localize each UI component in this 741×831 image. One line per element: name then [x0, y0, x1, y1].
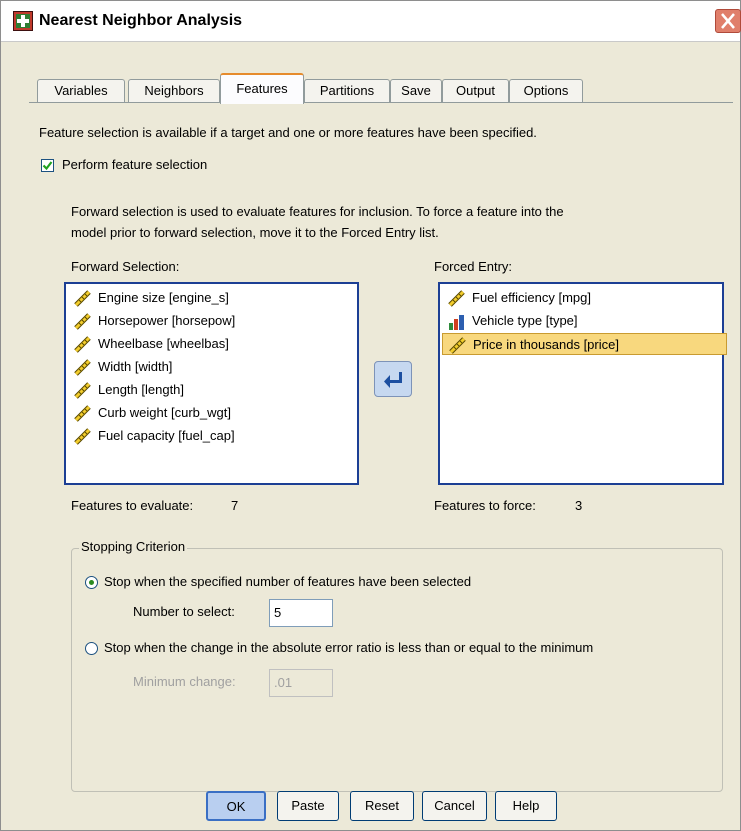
item-label: Price in thousands [price] — [473, 337, 619, 352]
forced-entry-label: Forced Entry: — [434, 259, 513, 274]
tab-label: Partitions — [319, 83, 375, 98]
item-label: Width [width] — [98, 359, 173, 374]
scale-ruler-icon — [74, 381, 91, 399]
title-bar[interactable]: Nearest Neighbor Analysis — [1, 1, 741, 42]
item-label: Length [length] — [98, 382, 185, 397]
list-item[interactable]: Curb weight [curb_wgt] — [74, 402, 231, 424]
list-item[interactable]: Engine size [engine_s] — [74, 287, 229, 309]
scale-ruler-icon — [74, 358, 91, 376]
window-title: Nearest Neighbor Analysis — [39, 12, 243, 29]
tab-label: Neighbors — [144, 83, 204, 98]
tab-label: Variables — [54, 83, 108, 98]
list-item[interactable]: Fuel capacity [fuel_cap] — [74, 425, 235, 447]
close-button[interactable] — [715, 9, 741, 33]
list-item[interactable]: Wheelbase [wheelbas] — [74, 333, 229, 355]
item-label: Vehicle type [type] — [472, 313, 578, 328]
tab-label: Output — [455, 83, 496, 98]
tab-label: Options — [523, 83, 569, 98]
stop-on-change-label[interactable]: Stop when the change in the absolute err… — [104, 640, 593, 655]
stop-on-count-radio[interactable] — [85, 576, 98, 589]
features-to-evaluate-value: 7 — [231, 498, 239, 513]
forced-entry-list[interactable]: Fuel efficiency [mpg] Vehicle type [type… — [438, 282, 727, 485]
list-item[interactable]: Width [width] — [74, 356, 172, 378]
list-item-selected[interactable]: Price in thousands [price] — [442, 333, 727, 355]
tab-options[interactable]: Options — [509, 79, 583, 103]
list-item[interactable]: Vehicle type [type] — [448, 310, 578, 332]
tab-partitions[interactable]: Partitions — [304, 79, 390, 103]
minimum-change-label: Minimum change: — [133, 674, 236, 689]
list-item[interactable]: Length [length] — [74, 379, 184, 401]
forward-selection-list[interactable]: Engine size [engine_s] Horsepower [horse… — [64, 282, 359, 485]
nearest-neighbor-dialog: Nearest Neighbor Analysis Variables Neig… — [0, 0, 741, 831]
help-button[interactable]: Help — [495, 791, 557, 821]
scale-ruler-icon — [448, 289, 465, 307]
item-label: Horsepower [horsepow] — [98, 313, 236, 328]
nominal-bars-icon — [449, 314, 464, 330]
stop-on-count-label[interactable]: Stop when the specified number of featur… — [104, 574, 471, 589]
item-label: Wheelbase [wheelbas] — [98, 336, 229, 351]
number-to-select-input[interactable]: 5 — [269, 599, 333, 627]
features-to-force-label: Features to force: — [434, 498, 536, 513]
info-text: Feature selection is available if a targ… — [39, 125, 537, 140]
minimum-change-input[interactable]: .01 — [269, 669, 333, 697]
move-to-forward-button[interactable] — [374, 361, 412, 397]
checkmark-icon — [42, 161, 53, 171]
tab-label: Save — [401, 83, 431, 98]
forward-selection-label: Forward Selection: — [71, 259, 180, 274]
item-label: Curb weight [curb_wgt] — [98, 405, 231, 420]
list-item[interactable]: Fuel efficiency [mpg] — [448, 287, 591, 309]
ok-button[interactable]: OK — [206, 791, 266, 821]
item-label: Fuel efficiency [mpg] — [472, 290, 591, 305]
description-line1: Forward selection is used to evaluate fe… — [71, 204, 564, 219]
tab-neighbors[interactable]: Neighbors — [128, 79, 220, 103]
description-line2: model prior to forward selection, move i… — [71, 225, 439, 240]
item-label: Fuel capacity [fuel_cap] — [98, 428, 235, 443]
scale-ruler-icon — [74, 289, 91, 307]
stopping-criterion-label: Stopping Criterion — [79, 539, 188, 554]
scale-ruler-icon — [74, 312, 91, 330]
arrow-left-icon — [384, 372, 402, 388]
stop-on-change-radio[interactable] — [85, 642, 98, 655]
list-item[interactable]: Horsepower [horsepow] — [74, 310, 235, 332]
reset-button[interactable]: Reset — [350, 791, 414, 821]
tab-output[interactable]: Output — [442, 79, 509, 103]
features-to-evaluate-label: Features to evaluate: — [71, 498, 194, 513]
number-to-select-label: Number to select: — [133, 604, 235, 619]
paste-button[interactable]: Paste — [277, 791, 339, 821]
close-x-icon — [721, 13, 735, 29]
scale-ruler-icon — [74, 404, 91, 422]
item-label: Engine size [engine_s] — [98, 290, 229, 305]
scale-ruler-icon — [74, 427, 91, 445]
features-to-force-value: 3 — [575, 498, 583, 513]
tab-label: Features — [236, 81, 288, 96]
scale-ruler-icon — [74, 335, 91, 353]
tab-save[interactable]: Save — [390, 79, 442, 103]
tab-variables[interactable]: Variables — [37, 79, 125, 103]
tab-features[interactable]: Features — [220, 73, 304, 104]
scale-ruler-icon — [449, 336, 466, 354]
spss-dialog-icon — [13, 11, 33, 31]
cancel-button[interactable]: Cancel — [422, 791, 487, 821]
perform-selection-label[interactable]: Perform feature selection — [62, 157, 207, 172]
perform-selection-checkbox[interactable] — [41, 159, 54, 172]
